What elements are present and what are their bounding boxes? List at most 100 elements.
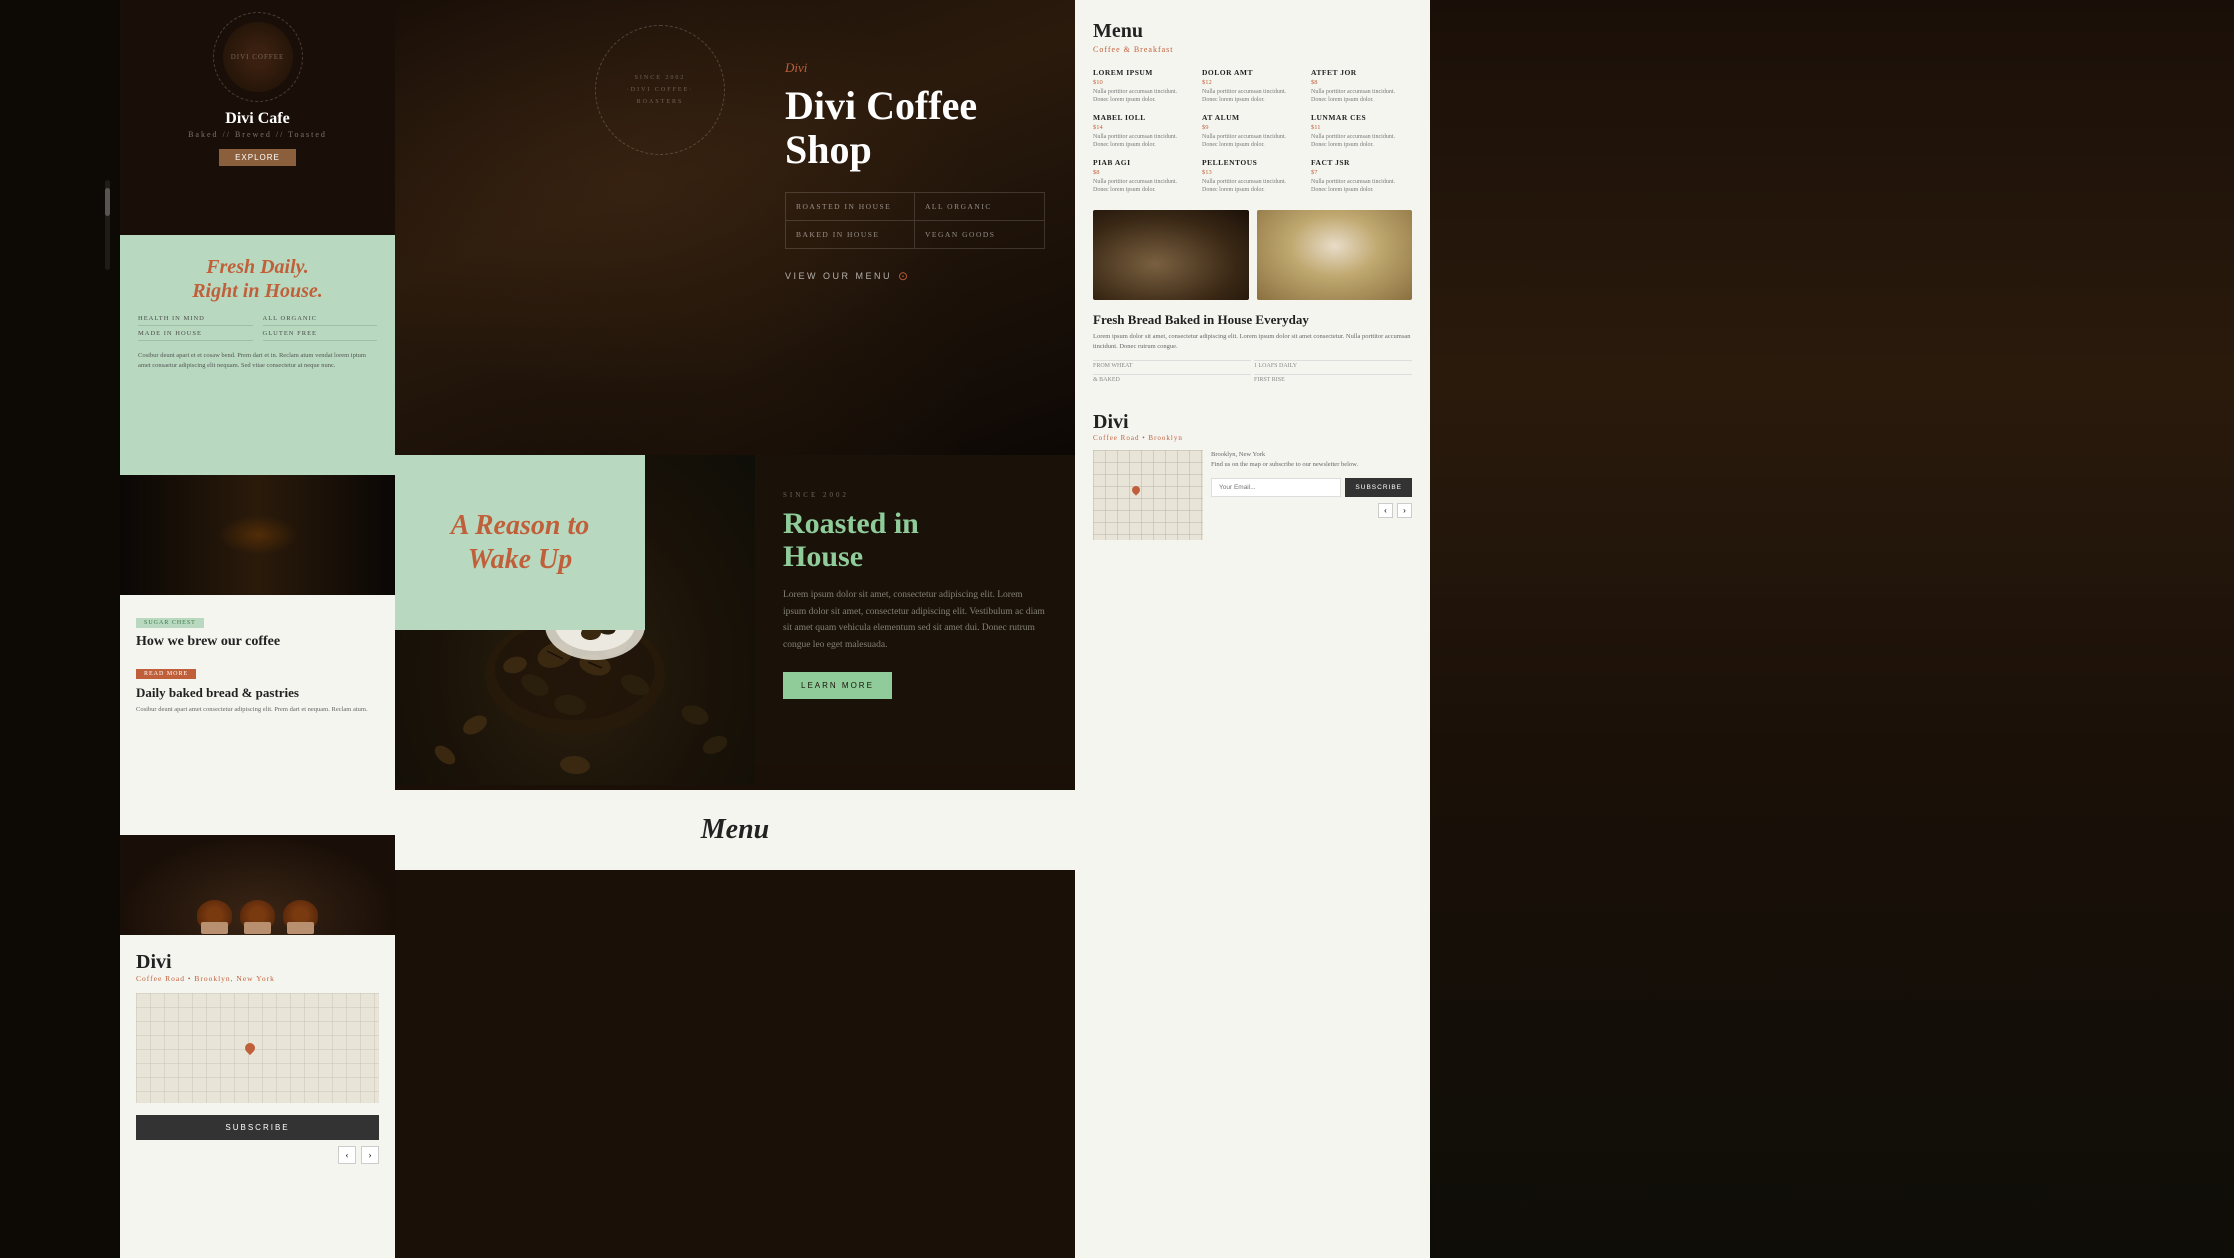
roasted-card: SINCE 2002 Roasted inHouse Lorem ipsum d… bbox=[755, 455, 1075, 765]
menu-item-5: AT ALUM $9 Nulla porttitor accumsan tinc… bbox=[1202, 113, 1303, 150]
blog-desc: Cosibur deunt apart amet consectetur adi… bbox=[136, 705, 379, 715]
learn-more-button[interactable]: LEARN MORE bbox=[783, 672, 892, 699]
right-divi-map bbox=[1093, 450, 1203, 540]
hero-attributes: ROASTED IN HOUSE ALL ORGANIC BAKED IN HO… bbox=[785, 192, 1045, 249]
subscribe-form: SUBSCRIBE bbox=[1211, 478, 1412, 497]
cafe-subtitle: Baked // Brewed // Toasted bbox=[188, 130, 327, 139]
pastries-dark-card bbox=[120, 835, 395, 935]
hero-column: SINCE 2002·DIVI COFFEE·ROASTERS Divi Div… bbox=[395, 0, 1075, 1258]
wakeup-card: A Reason toWake Up bbox=[395, 455, 645, 630]
right-divi-nav: ‹ › bbox=[1211, 503, 1412, 518]
fresh-daily-title: Fresh Daily.Right in House. bbox=[138, 255, 377, 303]
blog-tag-1: SUGAR CHEST bbox=[136, 618, 204, 628]
right-menu-category: Coffee & Breakfast bbox=[1093, 45, 1412, 54]
logo-text: DIVI COFFEE bbox=[231, 53, 285, 61]
hero-logo-badge: SINCE 2002·DIVI COFFEE·ROASTERS bbox=[595, 25, 725, 155]
muffin-3 bbox=[283, 900, 318, 930]
divi-right-form-area: Brooklyn, New YorkFind us on the map or … bbox=[1211, 450, 1412, 518]
right-divi-section: Divi Coffee Road • Brooklyn Brooklyn, Ne… bbox=[1075, 395, 1430, 560]
machine-glow bbox=[218, 515, 298, 555]
bread-card-info: Fresh Bread Baked in House Everyday Lore… bbox=[1093, 312, 1412, 385]
menu-label: Menu bbox=[701, 814, 769, 846]
view-menu-label: VIEW OUR MENU bbox=[785, 271, 892, 281]
nav-next-button[interactable]: › bbox=[361, 1146, 379, 1164]
hero-brand-label: Divi bbox=[785, 60, 1045, 76]
blog-title-1: How we brew our coffee bbox=[136, 634, 379, 650]
fresh-item-1: HEALTH IN MIND bbox=[138, 315, 253, 326]
far-left-edge bbox=[0, 0, 120, 1258]
blog-tag-2: READ MORE bbox=[136, 669, 196, 679]
scroll-indicator[interactable] bbox=[105, 180, 110, 270]
menu-item-2: DOLOR AMT $12 Nulla porttitor accumsan t… bbox=[1202, 68, 1303, 105]
attr-vegan: VEGAN GOODS bbox=[915, 221, 1044, 248]
explore-button[interactable]: EXPLORE bbox=[219, 149, 296, 166]
attr-organic: ALL ORGANIC bbox=[915, 193, 1044, 221]
map-grid bbox=[136, 993, 379, 1103]
roasted-title: Roasted inHouse bbox=[783, 507, 1047, 573]
machine-visual bbox=[120, 475, 395, 595]
divi-map bbox=[136, 993, 379, 1103]
attr-roasted: ROASTED IN HOUSE bbox=[786, 193, 915, 221]
pastries-visual bbox=[120, 835, 395, 935]
divi-footer-title: Divi bbox=[136, 951, 379, 974]
menu-item-3: ATFET JOR $8 Nulla porttitor accumsan ti… bbox=[1311, 68, 1412, 105]
meta-3: & BAKED bbox=[1093, 374, 1251, 385]
menu-item-4: MABEL IOLL $14 Nulla porttitor accumsan … bbox=[1093, 113, 1194, 150]
menu-item-1: LOREM IPSUM $10 Nulla porttitor accumsan… bbox=[1093, 68, 1194, 105]
cafe-title: Divi Cafe bbox=[225, 110, 289, 128]
meta-1: FROM WHEAT bbox=[1093, 360, 1251, 371]
bread-card-desc: Lorem ipsum dolor sit amet, consectetur … bbox=[1093, 332, 1412, 352]
bread-basket-image bbox=[1093, 210, 1249, 300]
hero-hero-area: SINCE 2002·DIVI COFFEE·ROASTERS Divi Div… bbox=[395, 0, 1075, 455]
muffin-2 bbox=[240, 900, 275, 930]
right-menu-panel: Menu Coffee & Breakfast LOREM IPSUM $10 … bbox=[1075, 0, 1430, 1258]
menu-item-8: PELLENTOUS $13 Nulla porttitor accumsan … bbox=[1202, 158, 1303, 195]
logo-inner: DIVI COFFEE bbox=[223, 22, 293, 92]
menu-item-7: PIAB AGI $8 Nulla porttitor accumsan tin… bbox=[1093, 158, 1194, 195]
right-menu-title: Menu bbox=[1093, 20, 1412, 43]
coffee-machine-card bbox=[120, 475, 395, 595]
far-right-dark-bg bbox=[1430, 0, 2234, 1258]
attr-baked: BAKED IN HOUSE bbox=[786, 221, 915, 248]
wakeup-title: A Reason toWake Up bbox=[451, 509, 589, 576]
subscribe-button[interactable]: SUBSCRIBE bbox=[136, 1115, 379, 1140]
fresh-items-grid: HEALTH IN MIND ALL ORGANIC MADE IN HOUSE… bbox=[138, 315, 377, 341]
right-map-grid bbox=[1093, 450, 1203, 540]
cafe-logo-card: DIVI COFFEE Divi Cafe Baked // Brewed //… bbox=[120, 0, 395, 235]
menu-arrow-icon: ⊙ bbox=[898, 269, 911, 283]
hero-main-title: Divi CoffeeShop bbox=[785, 84, 1045, 172]
fresh-item-3: MADE IN HOUSE bbox=[138, 330, 253, 341]
right-subscribe-button[interactable]: SUBSCRIBE bbox=[1345, 478, 1412, 497]
view-menu-button[interactable]: VIEW OUR MENU ⊙ bbox=[785, 269, 911, 283]
fresh-item-4: GLUTEN FREE bbox=[263, 330, 378, 341]
scroll-thumb bbox=[105, 188, 110, 216]
divi-footer-subtitle: Coffee Road • Brooklyn, New York bbox=[136, 974, 379, 983]
menu-item-9: FACT JSR $7 Nulla porttitor accumsan tin… bbox=[1311, 158, 1412, 195]
menu-food-images bbox=[1093, 210, 1412, 300]
bread-card-title: Fresh Bread Baked in House Everyday bbox=[1093, 312, 1412, 328]
nav-prev-button[interactable]: ‹ bbox=[338, 1146, 356, 1164]
blog-card: SUGAR CHEST How we brew our coffee READ … bbox=[120, 595, 395, 835]
roasted-body: Lorem ipsum dolor sit amet, consectetur … bbox=[783, 587, 1047, 654]
divi-content-row: Brooklyn, New YorkFind us on the map or … bbox=[1093, 450, 1412, 540]
right-divi-title: Divi bbox=[1093, 411, 1412, 434]
blog-title-2: Daily baked bread & pastries bbox=[136, 685, 379, 701]
divi-location-text: Brooklyn, New YorkFind us on the map or … bbox=[1211, 450, 1412, 470]
nav-arrows: ‹ › bbox=[136, 1146, 379, 1164]
menu-items-grid: LOREM IPSUM $10 Nulla porttitor accumsan… bbox=[1093, 68, 1412, 194]
logo-ring: DIVI COFFEE bbox=[213, 12, 303, 102]
meta-2: 1 LOAFS DAILY bbox=[1254, 360, 1412, 371]
cards-column: DIVI COFFEE Divi Cafe Baked // Brewed //… bbox=[120, 0, 395, 1258]
right-divi-subtitle: Coffee Road • Brooklyn bbox=[1093, 434, 1412, 442]
roasted-since: SINCE 2002 bbox=[783, 491, 1047, 499]
right-nav-next[interactable]: › bbox=[1397, 503, 1412, 518]
meta-4: FIRST RISE bbox=[1254, 374, 1412, 385]
email-input[interactable] bbox=[1211, 478, 1341, 497]
right-nav-prev[interactable]: ‹ bbox=[1378, 503, 1393, 518]
hero-text-area: Divi Divi CoffeeShop ROASTED IN HOUSE AL… bbox=[775, 50, 1055, 293]
divi-footer-card: Divi Coffee Road • Brooklyn, New York SU… bbox=[120, 935, 395, 1258]
fresh-daily-card: Fresh Daily.Right in House. HEALTH IN MI… bbox=[120, 235, 395, 475]
muffin-1 bbox=[197, 900, 232, 930]
menu-item-6: LUNMAR CES $11 Nulla porttitor accumsan … bbox=[1311, 113, 1412, 150]
bread-bag-image bbox=[1257, 210, 1413, 300]
